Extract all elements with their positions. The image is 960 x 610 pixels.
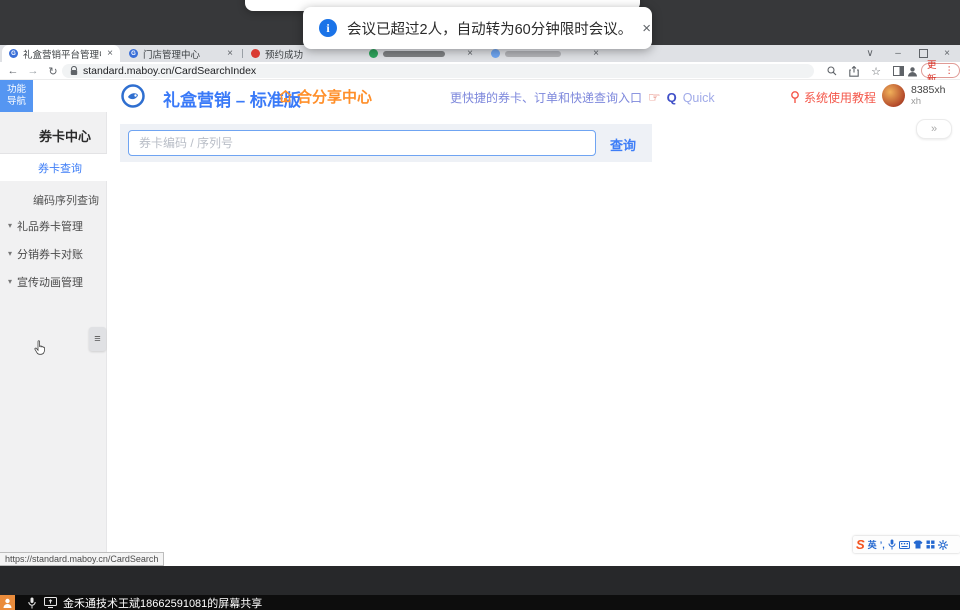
reload-button[interactable]: ↻ bbox=[44, 62, 62, 80]
skin-shirt-icon[interactable] bbox=[913, 540, 923, 549]
tab-close-icon[interactable]: × bbox=[227, 48, 233, 59]
quick-entry-text: 更快捷的券卡、订单和快递查询入口 bbox=[450, 89, 642, 106]
meeting-toast: i 会议已超过2人，自动转为60分钟限时会议。 × bbox=[303, 7, 652, 49]
tab-separator bbox=[242, 49, 243, 58]
bookmark-star-icon[interactable]: ☆ bbox=[868, 64, 884, 78]
tab-favicon-icon bbox=[251, 49, 260, 58]
tab-title-obscured bbox=[505, 51, 561, 57]
panel-expand-button[interactable]: » bbox=[916, 119, 952, 139]
update-browser-button[interactable]: 更新 ⋮ bbox=[921, 63, 960, 78]
app-logo-icon bbox=[121, 84, 145, 108]
url-text: standard.maboy.cn/CardSearchIndex bbox=[83, 65, 256, 77]
participant-icon[interactable] bbox=[0, 595, 15, 610]
user-subname: xh bbox=[911, 96, 921, 107]
sogou-logo-icon: S bbox=[856, 538, 865, 551]
tutorial-label: 系统使用教程 bbox=[804, 89, 876, 106]
browser-toolbar: ← → ↻ standard.maboy.cn/CardSearchIndex … bbox=[0, 62, 960, 80]
tab-search-chevron-icon[interactable]: ∨ bbox=[860, 45, 880, 62]
mouse-cursor-hand-icon bbox=[34, 340, 46, 355]
nav-toggle-line2: 导航 bbox=[7, 96, 26, 108]
back-button[interactable]: ← bbox=[4, 62, 22, 80]
search-panel: 查询 bbox=[120, 124, 652, 162]
toolbox-grid-icon[interactable] bbox=[926, 540, 935, 549]
sidebar-collapse-button[interactable]: ≡ bbox=[89, 327, 106, 351]
ime-language-indicator[interactable]: 英 bbox=[868, 538, 877, 551]
screen-share-icon[interactable] bbox=[44, 597, 57, 608]
quick-entry-link[interactable]: 更快捷的券卡、订单和快递查询入口 ☞ Q Quick bbox=[450, 89, 715, 106]
function-nav-button[interactable]: 功能 导航 bbox=[0, 80, 33, 112]
sidebar-group-promo-animation-mgmt[interactable]: ▾ 宣传动画管理 bbox=[0, 268, 107, 295]
sidebar-group-label: 分销券卡对账 bbox=[17, 246, 83, 262]
keyboard-icon[interactable] bbox=[899, 541, 910, 549]
pointing-hand-icon: ☞ bbox=[648, 89, 661, 106]
lock-icon bbox=[70, 66, 78, 76]
ime-toolbar[interactable]: S 英 ’, bbox=[853, 536, 960, 553]
sidebar-group-gift-card-mgmt[interactable]: ▾ 礼品券卡管理 bbox=[0, 212, 107, 239]
tab-favicon-icon bbox=[369, 49, 378, 58]
desktop-background-bottom bbox=[0, 566, 960, 595]
sidebar-group-label: 宣传动画管理 bbox=[17, 274, 83, 290]
address-bar[interactable]: standard.maboy.cn/CardSearchIndex bbox=[62, 64, 814, 78]
tab-favicon-icon: G bbox=[129, 49, 138, 58]
tab-title: 预约成功 bbox=[265, 47, 303, 61]
screen-share-text: 金禾通技术王斌18662591081的屏幕共享 bbox=[63, 595, 262, 610]
card-search-input[interactable] bbox=[128, 130, 596, 156]
chevron-down-icon: ▾ bbox=[8, 277, 12, 286]
sidebar-group-label: 礼品券卡管理 bbox=[17, 218, 83, 234]
user-name: 8385xh bbox=[911, 84, 945, 96]
main-content: 查询 » bbox=[107, 112, 960, 566]
microphone-status-icon[interactable] bbox=[28, 597, 36, 609]
nav-toggle-line1: 功能 bbox=[7, 84, 26, 96]
window-minimize-button[interactable]: – bbox=[888, 45, 908, 62]
house-icon bbox=[278, 89, 293, 104]
tab-close-icon[interactable]: × bbox=[593, 48, 599, 59]
tutorial-link[interactable]: 系统使用教程 bbox=[790, 89, 876, 106]
settings-gear-icon[interactable] bbox=[938, 540, 948, 550]
search-button[interactable]: 查询 bbox=[610, 135, 636, 154]
tab-favicon-icon bbox=[491, 49, 500, 58]
share-center-link[interactable]: 合分享中心 bbox=[278, 86, 372, 107]
browser-tab-1[interactable]: G 礼盒营销平台管理中心 × bbox=[2, 45, 120, 62]
tab-close-icon[interactable]: × bbox=[467, 48, 473, 59]
sidebar-item-code-sequence-search[interactable]: 编码序列查询 bbox=[0, 186, 107, 213]
sidebar-group-distribution-reconciliation[interactable]: ▾ 分销券卡对账 bbox=[0, 240, 107, 267]
profile-icon[interactable] bbox=[904, 64, 920, 78]
share-icon[interactable] bbox=[846, 64, 862, 78]
tab-favicon-icon: G bbox=[9, 49, 18, 58]
info-icon: i bbox=[319, 19, 337, 37]
user-avatar[interactable] bbox=[882, 84, 905, 107]
screen-share-taskbar: 金禾通技术王斌18662591081的屏幕共享 bbox=[0, 595, 960, 610]
browser-tab-2[interactable]: G 门店管理中心 × bbox=[122, 45, 240, 62]
pin-icon bbox=[790, 91, 800, 104]
sidebar: 券卡中心 券卡查询 编码序列查询 ▾ 礼品券卡管理 ▾ 分销券卡对账 ▾ 宣传动… bbox=[0, 112, 107, 566]
tab-title-obscured bbox=[383, 51, 445, 57]
quick-search-icon: Q bbox=[667, 90, 677, 105]
sidebar-item-card-search[interactable]: 券卡查询 bbox=[0, 154, 107, 181]
app-header: 功能 导航 礼盒营销 – 标准版 合分享中心 更快捷的券卡、订单和快递查询入口 … bbox=[0, 80, 960, 112]
ime-punctuation-indicator[interactable]: ’, bbox=[880, 540, 885, 550]
toast-close-icon[interactable]: × bbox=[642, 20, 651, 37]
tab-close-icon[interactable]: × bbox=[107, 48, 113, 59]
chevron-down-icon: ▾ bbox=[8, 221, 12, 230]
kebab-menu-icon[interactable]: ⋮ bbox=[945, 65, 955, 76]
sidebar-title: 券卡中心 bbox=[39, 126, 91, 145]
microphone-icon[interactable] bbox=[888, 539, 896, 550]
toast-message: 会议已超过2人，自动转为60分钟限时会议。 bbox=[347, 18, 632, 39]
screen: G 礼盒营销平台管理中心 × G 门店管理中心 × 预约成功 × × ∨ – × bbox=[0, 0, 960, 610]
forward-button[interactable]: → bbox=[24, 62, 42, 80]
tab-title: 门店管理中心 bbox=[143, 47, 200, 61]
share-center-label: 合分享中心 bbox=[297, 86, 372, 107]
link-status-tooltip: https://standard.maboy.cn/CardSearch bbox=[0, 552, 164, 566]
tab-title: 礼盒营销平台管理中心 bbox=[23, 47, 101, 61]
zoom-icon[interactable] bbox=[824, 64, 840, 78]
chevron-down-icon: ▾ bbox=[8, 249, 12, 258]
quick-label: Quick bbox=[683, 91, 715, 105]
